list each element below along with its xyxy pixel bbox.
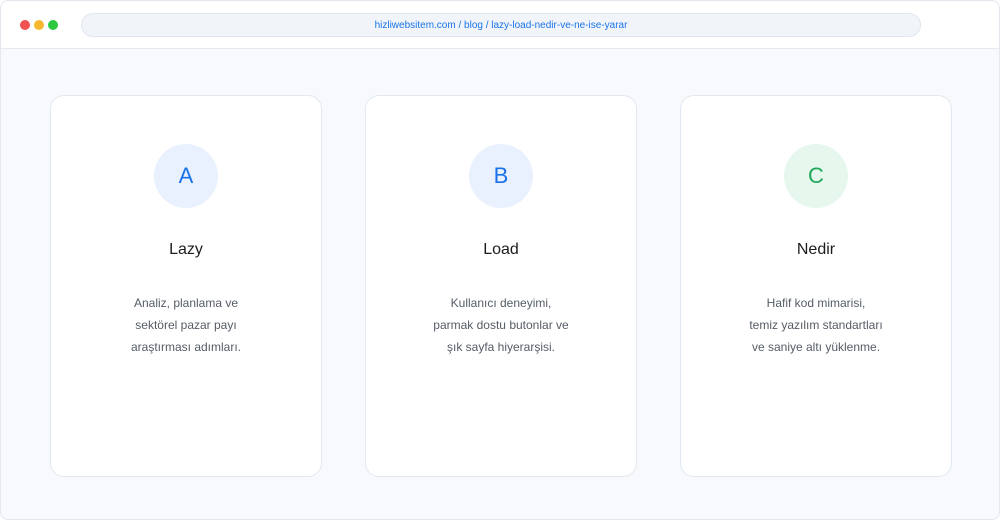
card-description: Analiz, planlama ve sektörel pazar payı …	[51, 292, 321, 358]
close-window-button[interactable]	[20, 20, 30, 30]
page-content: A Lazy Analiz, planlama ve sektörel paza…	[1, 49, 999, 519]
card-description: Hafif kod mimarisi, temiz yazılım standa…	[681, 292, 951, 358]
letter-badge-icon: C	[784, 144, 848, 208]
card-description-line: Hafif kod mimarisi,	[766, 296, 866, 310]
feature-card-nedir: C Nedir Hafif kod mimarisi, temiz yazılı…	[680, 95, 952, 477]
card-description-line: ve saniye altı yüklenme.	[751, 340, 881, 354]
card-description-line: şık sayfa hiyerarşisi.	[446, 340, 556, 354]
feature-card-load: B Load Kullanıcı deneyimi, parmak dostu …	[365, 95, 637, 477]
browser-window: hizliwebsitem.com / blog / lazy-load-ned…	[0, 0, 1000, 520]
card-description-line: Kullanıcı deneyimi,	[450, 296, 552, 310]
url-text: hizliwebsitem.com / blog / lazy-load-ned…	[374, 19, 628, 31]
maximize-window-button[interactable]	[48, 20, 58, 30]
card-title: Load	[483, 241, 519, 258]
card-description: Kullanıcı deneyimi, parmak dostu butonla…	[366, 292, 636, 358]
card-description-line: Analiz, planlama ve	[133, 296, 239, 310]
feature-card-lazy: A Lazy Analiz, planlama ve sektörel paza…	[50, 95, 322, 477]
minimize-window-button[interactable]	[34, 20, 44, 30]
browser-titlebar: hizliwebsitem.com / blog / lazy-load-ned…	[1, 1, 999, 49]
card-description-line: araştırması adımları.	[130, 340, 242, 354]
address-bar[interactable]: hizliwebsitem.com / blog / lazy-load-ned…	[81, 13, 921, 37]
letter-badge-icon: A	[154, 144, 218, 208]
card-title: Lazy	[169, 241, 203, 258]
card-description-line: temiz yazılım standartları	[749, 318, 883, 332]
card-description-line: sektörel pazar payı	[135, 318, 237, 332]
card-description-line: parmak dostu butonlar ve	[433, 318, 569, 332]
letter-badge-icon: B	[469, 144, 533, 208]
card-title: Nedir	[796, 241, 836, 258]
